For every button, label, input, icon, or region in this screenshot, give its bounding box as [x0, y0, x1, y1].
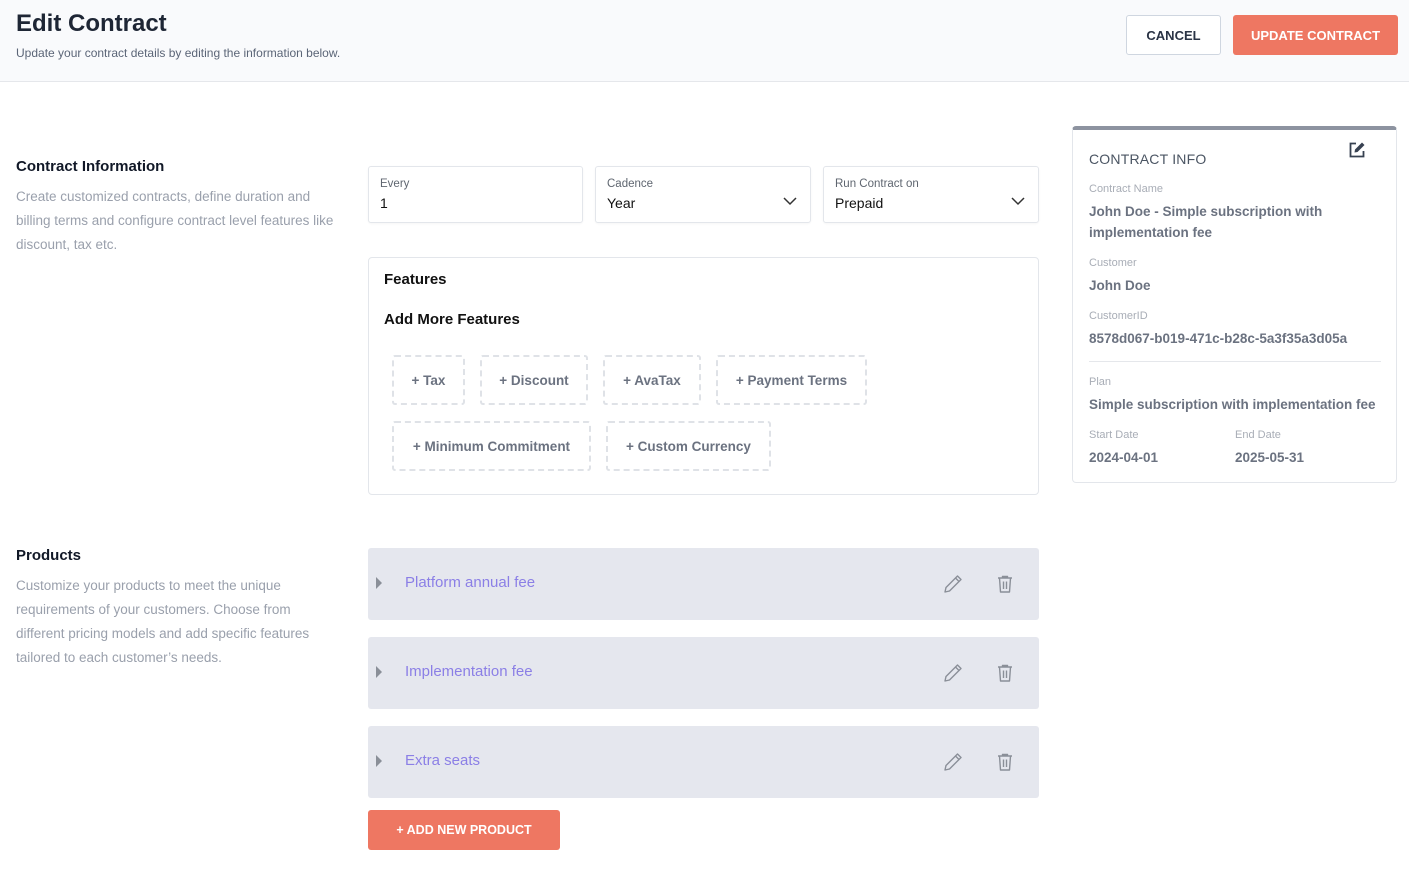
update-contract-button[interactable]: UPDATE CONTRACT — [1233, 15, 1398, 55]
plan-label: Plan — [1089, 376, 1112, 388]
product-name[interactable]: Platform annual fee — [405, 574, 535, 591]
contract-info-card: CONTRACT INFO Contract Name John Doe - S… — [1072, 126, 1397, 483]
features-card: Features Add More Features + Tax + Disco… — [368, 257, 1039, 495]
start-date-label: Start Date — [1089, 429, 1139, 441]
page-header: Edit Contract Update your contract detai… — [0, 0, 1409, 82]
add-more-features-title: Add More Features — [384, 311, 520, 328]
product-row[interactable]: Platform annual fee — [368, 548, 1039, 620]
plan-value: Simple subscription with implementation … — [1089, 397, 1376, 412]
add-custom-currency-button[interactable]: + Custom Currency — [606, 421, 771, 471]
every-label: Every — [380, 178, 410, 190]
cadence-label: Cadence — [607, 178, 654, 190]
add-new-product-button[interactable]: + ADD NEW PRODUCT — [368, 810, 560, 850]
add-tax-button[interactable]: + Tax — [392, 355, 465, 405]
customer-value: John Doe — [1089, 278, 1151, 293]
page-subtitle: Update your contract details by editing … — [16, 46, 341, 60]
run-contract-on-value: Prepaid — [835, 195, 884, 211]
cancel-button[interactable]: CANCEL — [1126, 15, 1221, 55]
contract-name-value: John Doe - Simple subscription with impl… — [1089, 204, 1323, 240]
trash-icon[interactable] — [993, 661, 1017, 685]
customer-label: Customer — [1089, 257, 1137, 269]
trash-icon[interactable] — [993, 750, 1017, 774]
contract-name-label: Contract Name — [1089, 183, 1163, 195]
run-contract-on-select[interactable]: Run Contract on Prepaid — [823, 166, 1039, 223]
pencil-icon[interactable] — [941, 661, 965, 685]
every-input[interactable]: 1 — [380, 195, 388, 211]
end-date-label: End Date — [1235, 429, 1281, 441]
chevron-down-icon[interactable] — [1008, 193, 1028, 209]
products-title: Products — [16, 547, 82, 564]
cadence-value: Year — [607, 195, 636, 211]
divider — [1089, 361, 1381, 362]
end-date-value: 2025-05-31 — [1235, 450, 1305, 465]
product-row[interactable]: Implementation fee — [368, 637, 1039, 709]
every-field[interactable]: Every 1 — [368, 166, 583, 223]
chevron-down-icon[interactable] — [780, 193, 800, 209]
product-name[interactable]: Extra seats — [405, 752, 480, 769]
start-date-value: 2024-04-01 — [1089, 450, 1159, 465]
expand-caret-icon[interactable] — [376, 755, 382, 767]
products-description: Customize your products to meet the uniq… — [16, 578, 310, 665]
customer-id-value: 8578d067-b019-471c-b28c-5a3f35a3d05a — [1089, 331, 1348, 346]
product-name[interactable]: Implementation fee — [405, 663, 533, 680]
trash-icon[interactable] — [993, 572, 1017, 596]
pencil-icon[interactable] — [941, 572, 965, 596]
add-discount-button[interactable]: + Discount — [480, 355, 588, 405]
product-row[interactable]: Extra seats — [368, 726, 1039, 798]
customer-id-label: CustomerID — [1089, 310, 1148, 322]
expand-caret-icon[interactable] — [376, 666, 382, 678]
run-contract-on-label: Run Contract on — [835, 178, 919, 190]
edit-icon[interactable] — [1347, 140, 1367, 160]
contract-info-title: CONTRACT INFO — [1089, 151, 1207, 167]
expand-caret-icon[interactable] — [376, 577, 382, 589]
cadence-select[interactable]: Cadence Year — [595, 166, 811, 223]
contract-information-description: Create customized contracts, define dura… — [16, 189, 334, 252]
add-avatax-button[interactable]: + AvaTax — [603, 355, 701, 405]
page-title: Edit Contract — [16, 10, 167, 37]
add-payment-terms-button[interactable]: + Payment Terms — [716, 355, 867, 405]
add-minimum-commitment-button[interactable]: + Minimum Commitment — [392, 421, 591, 471]
contract-information-title: Contract Information — [16, 158, 165, 175]
features-title: Features — [384, 271, 447, 288]
pencil-icon[interactable] — [941, 750, 965, 774]
